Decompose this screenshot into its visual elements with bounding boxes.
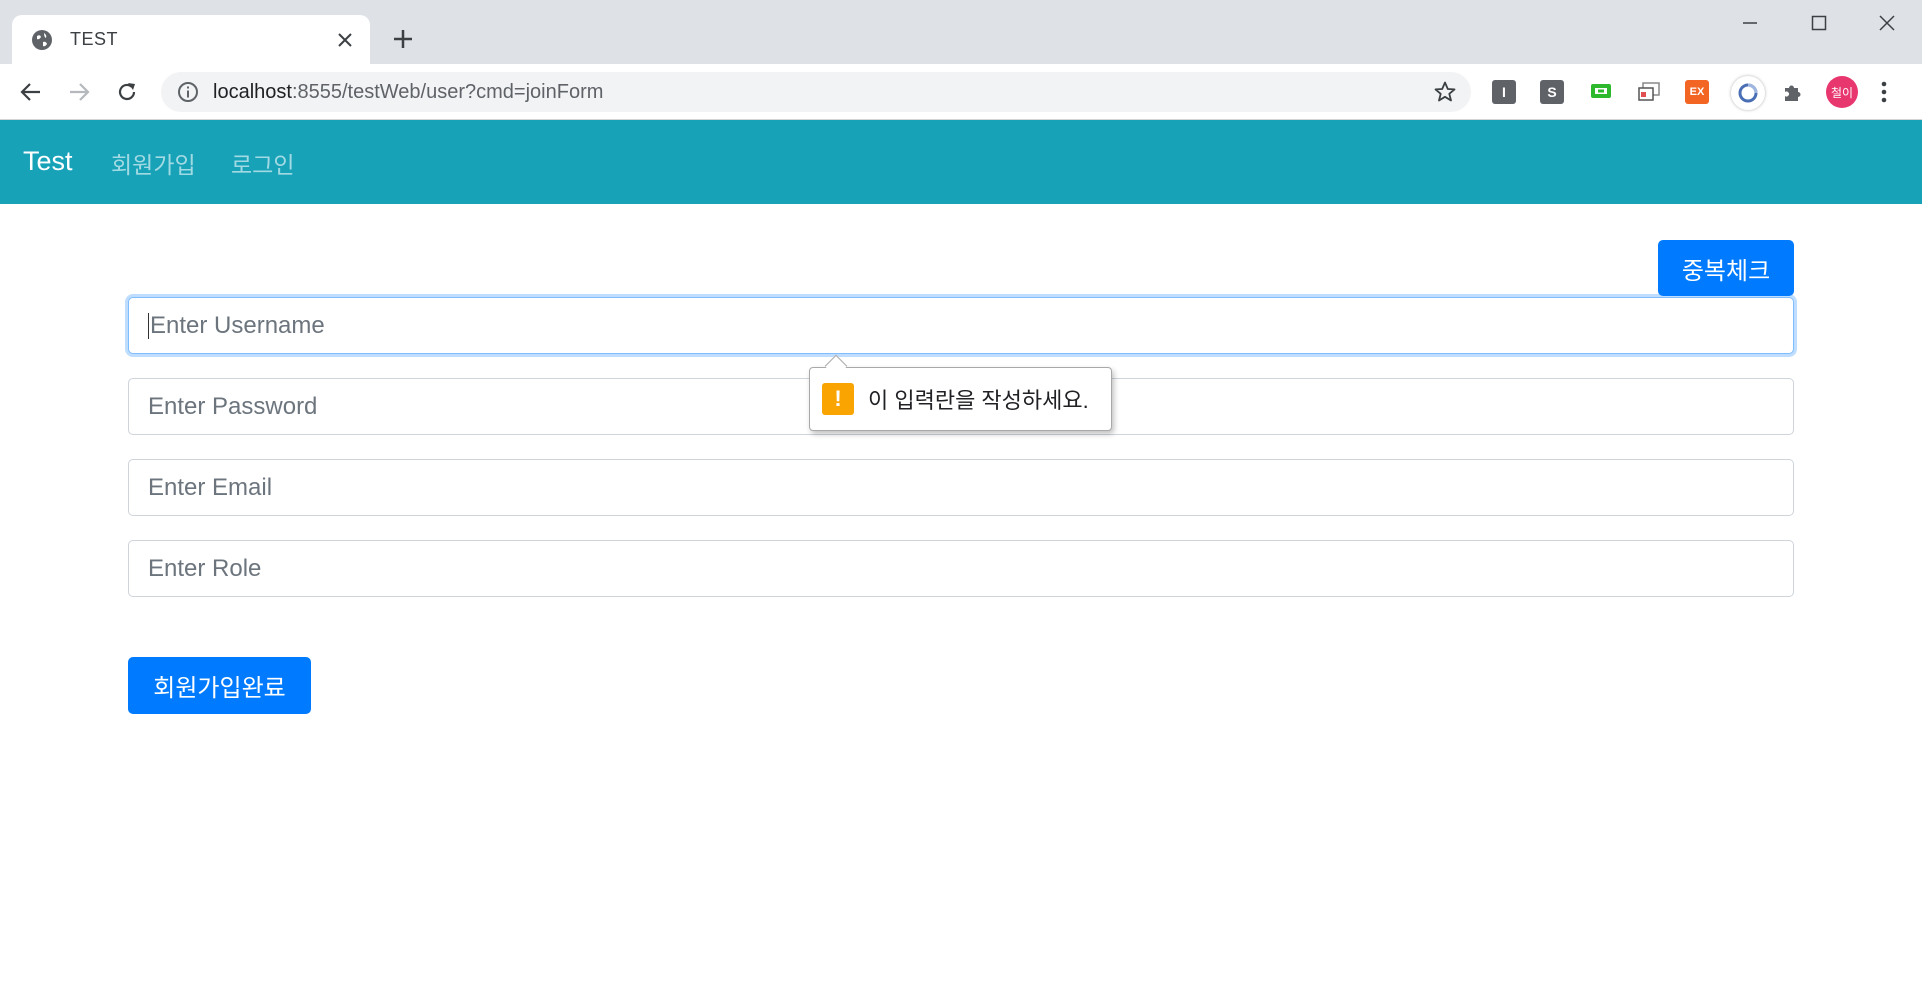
new-tab-icon[interactable] (388, 24, 418, 54)
url-path: :8555/testWeb/user?cmd=joinForm (291, 80, 604, 103)
username-input[interactable]: Enter Username (128, 297, 1794, 354)
text-caret (148, 312, 149, 339)
duplicate-check-button[interactable]: 중복체크 (1658, 240, 1794, 296)
username-placeholder: Enter Username (150, 311, 325, 339)
globe-icon (32, 29, 52, 50)
url-host: localhost (213, 80, 292, 103)
navbar-brand[interactable]: Test (23, 146, 73, 177)
validation-message: 이 입력란을 작성하세요. (868, 388, 1089, 413)
extension-ex-icon[interactable]: EX (1685, 80, 1709, 104)
reload-icon[interactable] (109, 74, 145, 110)
nav-link-join[interactable]: 회원가입 (111, 146, 196, 180)
address-bar[interactable]: localhost:8555/testWeb/user?cmd=joinForm (161, 72, 1471, 112)
validation-tooltip: ! 이 입력란을 작성하세요. (809, 354, 1112, 431)
nav-link-login[interactable]: 로그인 (231, 146, 294, 180)
join-submit-button[interactable]: 회원가입완료 (128, 657, 311, 714)
email-input[interactable]: Enter Email (128, 459, 1794, 516)
browser-tab[interactable]: TEST (12, 15, 370, 64)
forward-arrow-icon[interactable] (61, 74, 97, 110)
warning-icon: ! (822, 383, 854, 415)
browser-toolbar: localhost:8555/testWeb/user?cmd=joinForm… (0, 64, 1922, 120)
site-navbar: Test 회원가입 로그인 (0, 120, 1922, 204)
minimize-icon[interactable] (1727, 8, 1773, 38)
back-arrow-icon[interactable] (13, 74, 49, 110)
role-input[interactable]: Enter Role (128, 540, 1794, 597)
window-close-icon[interactable] (1864, 8, 1910, 38)
info-icon[interactable] (177, 81, 199, 103)
role-placeholder: Enter Role (148, 554, 262, 582)
password-placeholder: Enter Password (148, 392, 318, 420)
extension-s-icon[interactable]: S (1540, 80, 1564, 104)
tooltip-arrow (824, 354, 848, 378)
profile-avatar[interactable]: 철이 (1826, 76, 1858, 108)
email-placeholder: Enter Email (148, 473, 273, 501)
extension-window-icon[interactable] (1637, 80, 1661, 104)
bookmark-star-icon[interactable] (1433, 80, 1457, 104)
close-tab-icon[interactable] (334, 29, 356, 51)
kebab-menu-icon[interactable] (1877, 80, 1891, 104)
extension-i-icon[interactable]: I (1492, 80, 1516, 104)
extension-screen-icon[interactable] (1589, 80, 1613, 104)
tab-title: TEST (70, 29, 119, 49)
extension-sync-icon[interactable] (1731, 76, 1765, 110)
puzzle-icon[interactable] (1781, 80, 1805, 104)
browser-titlebar: TEST (0, 0, 1922, 64)
maximize-icon[interactable] (1796, 8, 1842, 38)
